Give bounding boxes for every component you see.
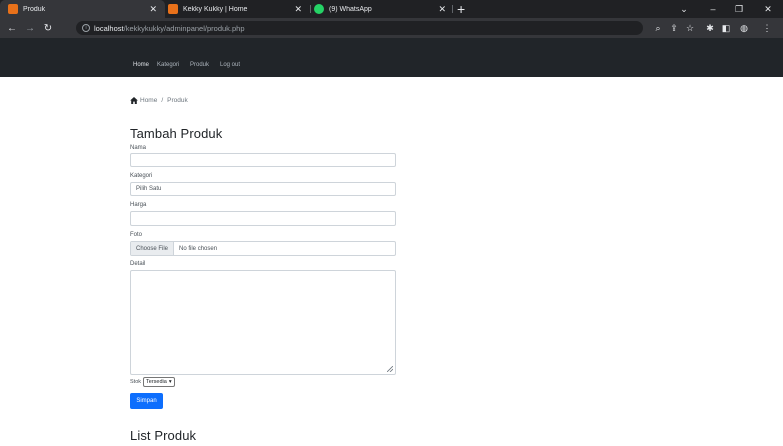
nama-label: Nama xyxy=(130,145,147,151)
nav-link-logout[interactable]: Log out xyxy=(220,61,240,69)
url-path: /kekkykukky/adminpanel/produk.php xyxy=(123,23,245,33)
tab-title: Produk xyxy=(23,5,46,13)
tab-title: (9) WhatsApp xyxy=(329,5,372,13)
zoom-search-icon[interactable]: ⌕ xyxy=(651,18,665,38)
restore-icon[interactable]: ❐ xyxy=(728,0,750,18)
simpan-button[interactable]: Simpan xyxy=(130,393,163,409)
breadcrumb-current: Produk xyxy=(167,97,188,104)
reload-icon[interactable]: ↻ xyxy=(40,18,56,38)
back-icon[interactable]: ← xyxy=(4,18,20,38)
choose-file-button[interactable]: Choose File xyxy=(131,242,175,255)
resize-grip-icon[interactable] xyxy=(387,366,393,372)
stok-select[interactable]: Tersedia ▾ xyxy=(143,377,175,387)
browser-tab-whatsapp[interactable]: (9) WhatsApp ✕ xyxy=(306,0,454,18)
tab-divider xyxy=(452,5,453,13)
browser-tab-home[interactable]: Kekky Kukky | Home ✕ xyxy=(160,0,310,18)
site-favicon-icon xyxy=(8,4,18,14)
breadcrumb-separator: / xyxy=(161,97,164,104)
side-panel-icon[interactable]: ◧ xyxy=(719,18,733,38)
stok-selected-value: Tersedia xyxy=(146,379,167,385)
browser-toolbar: ← → ↻ i localhost/kekkykukky/adminpanel/… xyxy=(0,18,783,38)
kategori-label: Kategori xyxy=(130,173,153,179)
stok-label: Stok xyxy=(130,379,142,385)
close-tab-icon[interactable]: ✕ xyxy=(149,4,157,14)
bookmark-star-icon[interactable]: ☆ xyxy=(683,18,697,38)
chevron-down-icon: ▾ xyxy=(168,379,172,385)
detail-textarea[interactable] xyxy=(130,270,396,375)
file-status-text: No file chosen xyxy=(179,245,218,252)
nav-link-kategori[interactable]: Kategori xyxy=(157,61,179,69)
site-info-icon[interactable]: i xyxy=(82,24,90,32)
breadcrumb-home-link[interactable]: Home xyxy=(140,97,157,104)
foto-label: Foto xyxy=(130,232,143,238)
nav-link-produk[interactable]: Produk xyxy=(190,61,209,69)
whatsapp-favicon-icon xyxy=(314,4,324,14)
share-icon[interactable]: ⇪ xyxy=(667,18,681,38)
close-window-icon[interactable]: ✕ xyxy=(757,0,779,18)
list-heading: List Produk xyxy=(130,428,197,443)
minimize-icon[interactable]: – xyxy=(702,0,724,18)
nama-input[interactable] xyxy=(130,153,396,167)
detail-label: Detail xyxy=(130,261,146,267)
breadcrumb: Home / Produk xyxy=(130,97,188,104)
kategori-select[interactable]: Pilih Satu xyxy=(130,182,396,196)
harga-label: Harga xyxy=(130,202,147,208)
profile-avatar-icon[interactable]: ◍ xyxy=(737,18,751,38)
browser-tab-strip: Produk ✕ Kekky Kukky | Home ✕ (9) WhatsA… xyxy=(0,0,783,18)
tab-search-chevron-icon[interactable]: ⌄ xyxy=(673,0,695,18)
harga-input[interactable] xyxy=(130,211,396,226)
close-tab-icon[interactable]: ✕ xyxy=(294,4,302,14)
foto-file-input[interactable]: Choose File No file chosen xyxy=(130,241,396,256)
site-favicon-icon xyxy=(168,4,178,14)
new-tab-button[interactable]: + xyxy=(457,1,465,17)
url-host: localhost xyxy=(94,23,124,33)
extensions-icon[interactable]: ✱ xyxy=(703,18,717,38)
menu-kebab-icon[interactable]: ⋮ xyxy=(760,18,774,38)
address-bar[interactable]: i localhost/kekkykukky/adminpanel/produk… xyxy=(76,21,643,35)
stok-row: Stok Tersedia ▾ xyxy=(130,377,175,387)
tab-title: Kekky Kukky | Home xyxy=(183,5,248,13)
home-icon xyxy=(130,97,138,104)
app-navbar: Home Kategori Produk Log out xyxy=(0,38,783,77)
forward-icon[interactable]: → xyxy=(22,18,38,38)
nav-link-home[interactable]: Home xyxy=(133,61,149,69)
close-tab-icon[interactable]: ✕ xyxy=(438,4,446,14)
browser-tab-produk[interactable]: Produk ✕ xyxy=(0,0,165,18)
form-heading: Tambah Produk xyxy=(130,126,223,141)
